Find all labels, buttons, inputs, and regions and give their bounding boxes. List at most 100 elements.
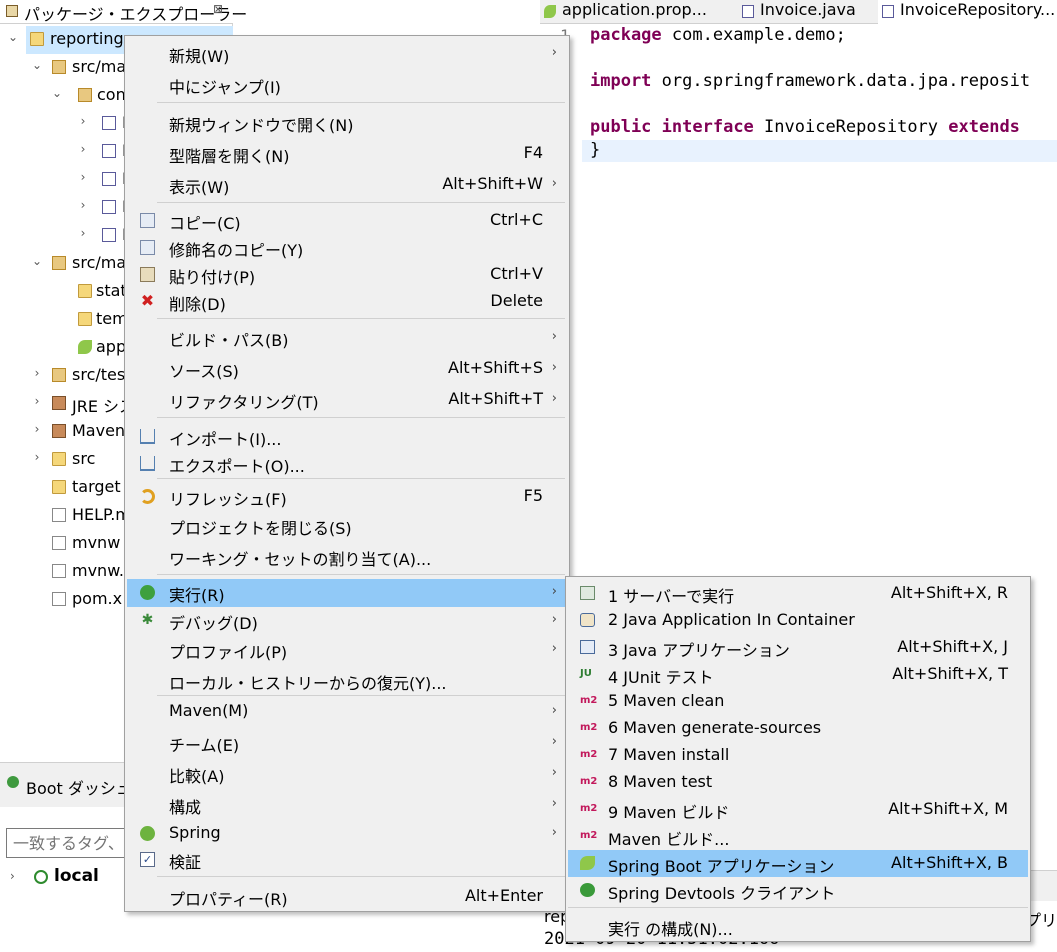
chevron-right-icon[interactable]: ›: [30, 450, 44, 464]
menu-item-delete[interactable]: ✖ 削除(D) Delete: [127, 288, 567, 316]
chevron-right-icon[interactable]: ›: [30, 394, 44, 408]
menu-item-build-path[interactable]: ビルド・パス(B) ›: [127, 324, 567, 352]
menu-label: 4 JUnit テスト: [608, 668, 714, 687]
chevron-right-icon: ›: [551, 329, 557, 344]
menu-label: 修飾名のコピー(Y): [169, 241, 304, 260]
run-item-spring-devtools-client[interactable]: Spring Devtools クライアント: [568, 877, 1028, 904]
chevron-right-icon[interactable]: ›: [76, 170, 90, 184]
maven-icon: m2: [580, 776, 598, 787]
copy-qualified-name-icon: [140, 240, 155, 255]
menu-label: エクスポート(O)...: [169, 457, 305, 476]
menu-item-team[interactable]: チーム(E) ›: [127, 729, 567, 757]
tree-item-label: mvnw: [72, 533, 121, 552]
keyword: extends: [948, 117, 1020, 137]
menu-item-show-in[interactable]: 表示(W) Alt+Shift+W ›: [127, 171, 567, 199]
tab-invoice-java[interactable]: Invoice.java: [738, 0, 868, 24]
run-item-spring-boot-app[interactable]: Spring Boot アプリケーション Alt+Shift+X, B: [568, 850, 1028, 877]
menu-item-new[interactable]: 新規(W) ›: [127, 40, 567, 68]
menu-label: 型階層を開く(N): [169, 147, 290, 166]
menu-item-run[interactable]: 実行(R) ›: [127, 579, 567, 607]
menu-item-validate[interactable]: ✓ 検証: [127, 846, 567, 874]
menu-item-paste[interactable]: 貼り付け(P) Ctrl+V: [127, 261, 567, 289]
menu-item-close-project[interactable]: プロジェクトを閉じる(S): [127, 512, 567, 540]
close-icon[interactable]: ⊠: [213, 2, 223, 16]
menu-item-export[interactable]: エクスポート(O)...: [127, 450, 567, 478]
menu-label: ソース(S): [169, 362, 239, 381]
chevron-down-icon[interactable]: ⌄: [30, 58, 44, 72]
code-line-5[interactable]: public interface InvoiceRepository exten…: [590, 117, 1020, 137]
power-icon: [34, 870, 48, 884]
menu-label: 7 Maven install: [608, 745, 730, 764]
java-interface-icon: [882, 5, 894, 18]
chevron-down-icon[interactable]: ⌄: [30, 254, 44, 268]
tab-application-properties[interactable]: application.prop...: [540, 0, 720, 24]
run-item-maven-generate-sources[interactable]: m2 6 Maven generate-sources: [568, 715, 1028, 742]
run-item-maven-clean[interactable]: m2 5 Maven clean: [568, 688, 1028, 715]
run-item-junit[interactable]: JU 4 JUnit テスト Alt+Shift+X, T: [568, 661, 1028, 688]
tab-invoice-repository[interactable]: InvoiceRepository...: [878, 0, 1057, 24]
chevron-right-icon: ›: [551, 641, 557, 656]
run-item-maven-build-dialog[interactable]: m2 Maven ビルド...: [568, 823, 1028, 850]
menu-item-debug[interactable]: ✱ デバッグ(D) ›: [127, 607, 567, 635]
menu-item-maven[interactable]: Maven(M) ›: [127, 698, 567, 726]
menu-label: 1 サーバーで実行: [608, 587, 735, 606]
menu-item-import[interactable]: インポート(I)...: [127, 423, 567, 451]
chevron-right-icon[interactable]: ›: [10, 869, 15, 883]
run-item-maven-install[interactable]: m2 7 Maven install: [568, 742, 1028, 769]
menu-item-refactor[interactable]: リファクタリング(T) Alt+Shift+T ›: [127, 386, 567, 414]
menu-item-profile[interactable]: プロファイル(P) ›: [127, 636, 567, 664]
run-item-run-configurations[interactable]: 実行 の構成(N)...: [568, 913, 1028, 940]
menu-accelerator: Alt+Shift+X, R: [890, 583, 1008, 602]
menu-accelerator: F4: [523, 143, 543, 162]
chevron-right-icon[interactable]: ›: [30, 422, 44, 436]
library-icon: [52, 424, 66, 438]
menu-item-restore-local-history[interactable]: ローカル・ヒストリーからの復元(Y)...: [127, 667, 567, 695]
menu-item-open-new-window[interactable]: 新規ウィンドウで開く(N): [127, 109, 567, 137]
local-target-label: local: [54, 866, 99, 886]
tree-item-label: pom.x: [72, 589, 123, 608]
chevron-down-icon[interactable]: ⌄: [50, 86, 64, 100]
chevron-right-icon[interactable]: ›: [76, 142, 90, 156]
keyword: package: [590, 25, 662, 45]
menu-item-compare[interactable]: 比較(A) ›: [127, 760, 567, 788]
source-folder-icon: [52, 60, 66, 74]
chevron-right-icon: ›: [551, 45, 557, 60]
menu-label: インポート(I)...: [169, 430, 282, 449]
run-item-run-on-server[interactable]: 1 サーバーで実行 Alt+Shift+X, R: [568, 580, 1028, 607]
code-line-3[interactable]: import org.springframework.data.jpa.repo…: [590, 71, 1030, 91]
menu-item-properties[interactable]: プロパティー(R) Alt+Enter: [127, 883, 567, 911]
menu-label: Maven(M): [169, 701, 249, 720]
menu-item-copy-qualified-name[interactable]: 修飾名のコピー(Y): [127, 234, 567, 262]
menu-separator: [157, 695, 565, 696]
menu-accelerator: Alt+Shift+S: [448, 358, 543, 377]
file-icon: [52, 536, 66, 550]
menu-item-configure[interactable]: 構成 ›: [127, 791, 567, 819]
menu-accelerator: Alt+Shift+T: [448, 389, 543, 408]
menu-item-refresh[interactable]: リフレッシュ(F) F5: [127, 483, 567, 511]
chevron-right-icon[interactable]: ›: [76, 226, 90, 240]
code-line-1[interactable]: package com.example.demo;: [590, 25, 846, 45]
debug-icon: ✱: [141, 612, 154, 628]
folder-icon: [78, 284, 92, 298]
menu-item-spring[interactable]: Spring ›: [127, 820, 567, 848]
menu-label: 比較(A): [169, 767, 225, 786]
chevron-right-icon[interactable]: ›: [30, 366, 44, 380]
code-line-6[interactable]: }: [590, 140, 600, 160]
menu-item-copy[interactable]: コピー(C) Ctrl+C: [127, 207, 567, 235]
run-item-maven-build[interactable]: m2 9 Maven ビルド Alt+Shift+X, M: [568, 796, 1028, 823]
java-interface-icon: [102, 172, 116, 186]
run-item-maven-test[interactable]: m2 8 Maven test: [568, 769, 1028, 796]
menu-item-go-into[interactable]: 中にジャンプ(I): [127, 71, 567, 99]
run-item-java-application[interactable]: 3 Java アプリケーション Alt+Shift+X, J: [568, 634, 1028, 661]
package-explorer-tab[interactable]: パッケージ・エクスプローラー ⊠: [0, 0, 247, 24]
menu-item-open-type-hierarchy[interactable]: 型階層を開く(N) F4: [127, 140, 567, 168]
chevron-right-icon[interactable]: ›: [76, 198, 90, 212]
menu-label: 実行(R): [169, 586, 225, 605]
maven-icon: m2: [580, 722, 598, 733]
menu-item-assign-working-set[interactable]: ワーキング・セットの割り当て(A)...: [127, 543, 567, 571]
chevron-right-icon[interactable]: ›: [76, 114, 90, 128]
tree-item-label: src/ma: [72, 57, 127, 76]
chevron-down-icon[interactable]: ⌄: [6, 30, 20, 44]
menu-item-source[interactable]: ソース(S) Alt+Shift+S ›: [127, 355, 567, 383]
run-item-java-in-container[interactable]: 2 Java Application In Container: [568, 607, 1028, 634]
